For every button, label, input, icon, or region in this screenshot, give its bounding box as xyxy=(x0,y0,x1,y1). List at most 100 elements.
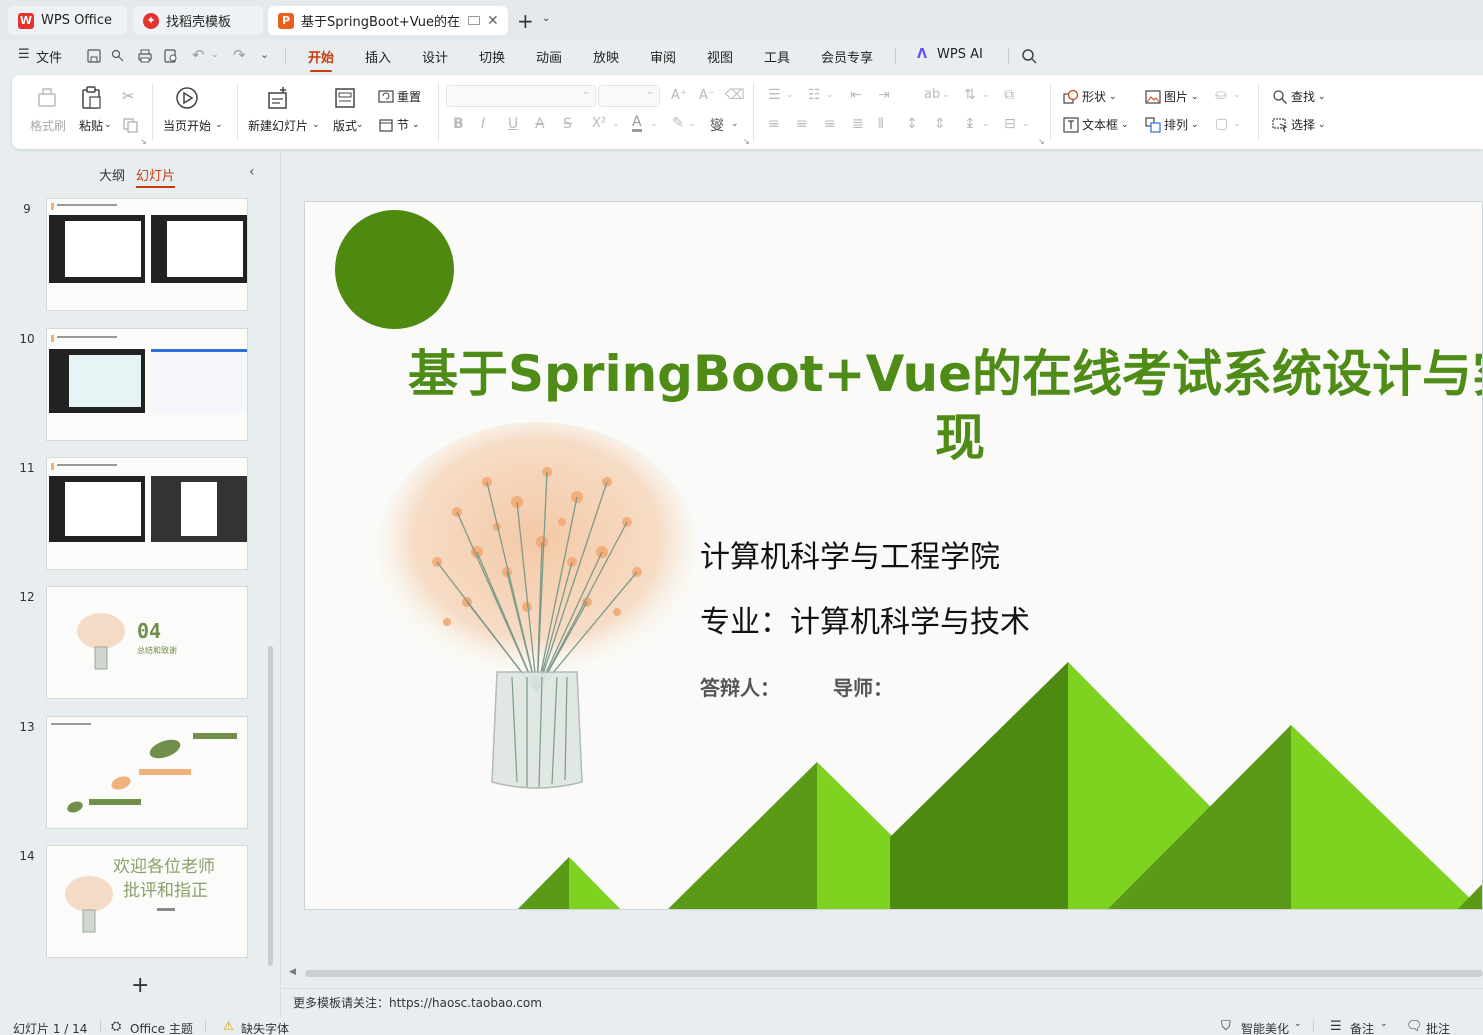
tab-slides[interactable]: 幻灯片 xyxy=(136,165,176,188)
numbering-dropdown-icon[interactable]: ⌄ xyxy=(826,90,834,100)
textbox-button[interactable]: 文本框 ⌄ xyxy=(1063,116,1129,133)
font-color-icon[interactable]: A xyxy=(632,115,642,132)
convert-smartart-icon[interactable]: ⧉ xyxy=(1004,87,1014,103)
superscript-icon[interactable]: X² xyxy=(592,116,606,131)
slide-thumbnail-9[interactable] xyxy=(46,198,248,311)
menu-transition[interactable]: 切换 xyxy=(479,47,505,66)
screen-icon[interactable] xyxy=(468,16,480,25)
menu-animation[interactable]: 动画 xyxy=(536,47,562,66)
text-direction-dropdown-icon[interactable]: ⌄ xyxy=(942,90,950,100)
horizontal-scrollbar[interactable] xyxy=(305,970,1483,977)
menu-home[interactable]: 开始 xyxy=(308,47,334,72)
menu-file[interactable]: 文件 xyxy=(36,47,62,66)
highlight-dropdown-icon[interactable]: ⌄ xyxy=(688,119,696,129)
fill-icon[interactable]: ⛀ xyxy=(1215,87,1227,103)
undo-icon[interactable]: ↶ xyxy=(192,46,205,64)
layout-dropdown-icon[interactable]: ⌄ xyxy=(356,120,364,130)
paragraph-launcher-icon[interactable]: ↘ xyxy=(1038,137,1045,146)
reset-button[interactable]: 重置 xyxy=(378,88,421,105)
scroll-left-icon[interactable]: ◀ xyxy=(289,967,296,977)
find-button[interactable]: 查找 ⌄ xyxy=(1272,88,1326,105)
fill-dropdown-icon[interactable]: ⌄ xyxy=(1233,90,1241,100)
italic-icon[interactable]: I xyxy=(481,116,485,132)
print-icon[interactable] xyxy=(137,48,153,64)
menu-slideshow[interactable]: 放映 xyxy=(593,47,619,66)
cut-icon[interactable]: ✂ xyxy=(122,87,135,105)
smart-beautify-dropdown-icon[interactable]: ⌄ xyxy=(1294,1019,1302,1029)
outline-dropdown-icon[interactable]: ⌄ xyxy=(1233,119,1241,129)
close-tab-icon[interactable]: ✕ xyxy=(487,13,499,29)
menu-wps-ai[interactable]: WPS AI xyxy=(937,47,983,62)
outline-icon[interactable]: ▢ xyxy=(1215,116,1228,132)
increase-indent-icon[interactable]: ⇥ xyxy=(878,87,890,103)
sort-dropdown-icon[interactable]: ⌄ xyxy=(982,90,990,100)
font-family-select[interactable] xyxy=(446,85,596,107)
clear-format-icon[interactable]: ⌫ xyxy=(725,87,745,103)
start-dropdown-icon[interactable]: ⌄ xyxy=(215,120,223,130)
superscript-dropdown-icon[interactable]: ⌄ xyxy=(612,119,620,129)
paste-button[interactable]: 粘贴 xyxy=(78,85,104,134)
sort-icon[interactable]: ⇅ xyxy=(964,87,976,103)
print-preview-icon[interactable] xyxy=(163,48,179,64)
line-spacing-icon[interactable]: ↕ xyxy=(906,116,918,132)
slide-thumbnail-14[interactable]: 欢迎各位老师 批评和指正 xyxy=(46,845,248,958)
strikethrough-icon[interactable]: A xyxy=(535,116,545,132)
slide-thumbnail-11[interactable] xyxy=(46,457,248,570)
menu-tools[interactable]: 工具 xyxy=(764,47,790,66)
decrease-font-icon[interactable]: A⁻ xyxy=(699,88,715,103)
notes-button[interactable]: 备注 xyxy=(1350,1020,1374,1035)
tab-wps-office[interactable]: W WPS Office xyxy=(8,6,127,35)
tab-outline[interactable]: 大纲 xyxy=(99,165,125,184)
bullets-dropdown-icon[interactable]: ⌄ xyxy=(786,90,794,100)
hamburger-icon[interactable]: ☰ xyxy=(18,47,30,62)
bold-icon[interactable]: B xyxy=(453,116,464,132)
vertical-align-dropdown-icon[interactable]: ⌄ xyxy=(1022,119,1030,129)
select-button[interactable]: 选择 ⌄ xyxy=(1272,116,1326,133)
tab-template-store[interactable]: ✦ 找稻壳模板 xyxy=(133,6,263,35)
paragraph-spacing-icon[interactable]: ⇕ xyxy=(934,116,946,132)
format-painter-button[interactable]: 格式刷 xyxy=(30,85,66,134)
section-button[interactable]: 节 ⌄ xyxy=(378,116,420,133)
shape-button[interactable]: 形状 ⌄ xyxy=(1063,88,1117,105)
layout-button[interactable]: 版式 xyxy=(332,85,358,134)
new-tab-icon[interactable]: + xyxy=(517,9,534,33)
phonetic-dropdown-icon[interactable]: ⌄ xyxy=(731,119,739,129)
picture-button[interactable]: 图片 ⌄ xyxy=(1145,88,1199,105)
panel-scrollbar[interactable] xyxy=(268,646,273,966)
distributed-icon[interactable]: ⫴ xyxy=(878,116,884,132)
comments-button[interactable]: 批注 xyxy=(1426,1020,1450,1035)
college-text[interactable]: 计算机科学与工程学院 xyxy=(700,532,1000,576)
increase-font-icon[interactable]: A⁺ xyxy=(671,88,687,103)
tab-current-presentation[interactable]: P 基于SpringBoot+Vue的在线 ✕ xyxy=(268,6,508,35)
redo-icon[interactable]: ↷ xyxy=(233,46,246,64)
column-spacing-icon[interactable]: ↨ xyxy=(964,116,976,132)
new-slide-button[interactable]: 新建幻灯片 xyxy=(248,85,308,134)
collapse-panel-icon[interactable]: ‹ xyxy=(249,164,255,180)
bullets-icon[interactable]: ☰ xyxy=(768,87,781,103)
menu-member[interactable]: 会员专享 xyxy=(821,47,873,66)
menu-insert[interactable]: 插入 xyxy=(365,47,391,66)
menu-design[interactable]: 设计 xyxy=(422,47,448,66)
paste-dropdown-icon[interactable]: ⌄ xyxy=(104,120,112,130)
text-shadow-icon[interactable]: S xyxy=(563,116,572,132)
copy-icon[interactable] xyxy=(122,117,138,133)
missing-font-status[interactable]: 缺失字体 xyxy=(241,1020,289,1035)
add-slide-icon[interactable]: + xyxy=(131,973,149,998)
new-slide-dropdown-icon[interactable]: ⌄ xyxy=(312,120,320,130)
decrease-indent-icon[interactable]: ⇤ xyxy=(850,87,862,103)
more-quick-access-icon[interactable]: ⌄ xyxy=(260,48,269,61)
clipboard-launcher-icon[interactable]: ↘ xyxy=(140,137,147,146)
tab-list-chevron-icon[interactable]: ⌄ xyxy=(542,13,550,24)
justify-icon[interactable]: ≣ xyxy=(852,116,864,132)
vertical-align-icon[interactable]: ⊟ xyxy=(1004,116,1016,132)
major-text[interactable]: 专业：计算机科学与技术 xyxy=(700,597,1030,641)
underline-icon[interactable]: U xyxy=(508,116,518,132)
phonetic-guide-icon[interactable]: 燮 xyxy=(710,115,724,135)
slide-thumbnail-12[interactable]: 04 总结和致谢 xyxy=(46,586,248,699)
slide-thumbnail-10[interactable] xyxy=(46,328,248,441)
smart-beautify-button[interactable]: 智能美化 xyxy=(1241,1020,1289,1035)
undo-dropdown-icon[interactable]: ⌄ xyxy=(211,50,219,60)
theme-status[interactable]: Office 主题 xyxy=(130,1020,193,1035)
font-launcher-icon[interactable]: ↘ xyxy=(743,137,750,146)
font-color-dropdown-icon[interactable]: ⌄ xyxy=(650,119,658,129)
